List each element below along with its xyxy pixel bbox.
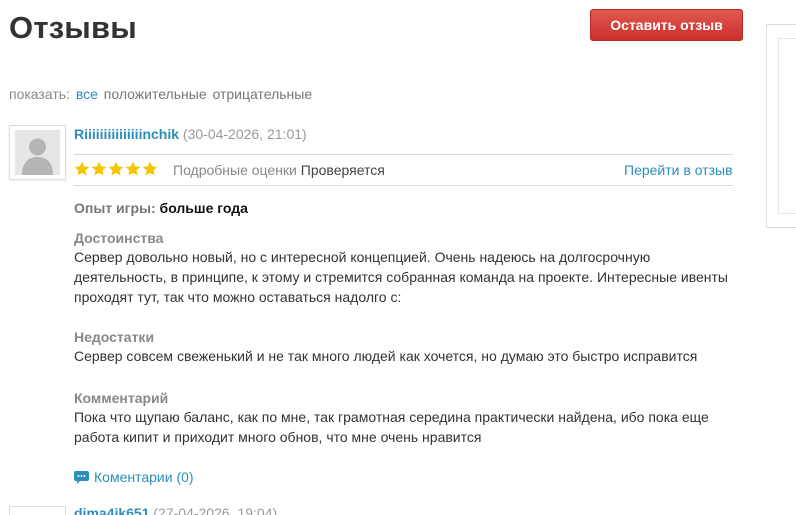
- experience-value: больше года: [159, 200, 248, 216]
- comments-link-label: Коментарии (0): [94, 469, 194, 485]
- cons-text: Сервер совсем свеженький и не так много …: [74, 348, 698, 364]
- review-author-link[interactable]: Riiiiiiiiiiiiiiinchik: [74, 126, 179, 142]
- experience-label: Опыт игры:: [74, 200, 156, 216]
- experience: Опыт игры: больше года: [74, 200, 248, 216]
- star-icon: [91, 161, 107, 176]
- detailed-ratings-status: Проверяется: [300, 162, 385, 178]
- detailed-ratings-label: Подробные оценки: [173, 162, 297, 178]
- filter-prefix: показать:: [9, 86, 70, 102]
- review-date: (30-04-2026, 21:01): [182, 126, 307, 142]
- comment-title: Комментарий: [74, 390, 169, 406]
- star-icon: [142, 161, 158, 176]
- leave-review-button[interactable]: Оставить отзыв: [590, 9, 743, 41]
- star-icon: [108, 161, 124, 176]
- comment-bubble-icon: [74, 470, 89, 484]
- star-icon: [74, 161, 90, 176]
- pros-text: Сервер довольно новый, но с интересной к…: [74, 249, 728, 305]
- divider: [74, 185, 733, 186]
- comment-text: Пока что щупаю баланс, как по мне, так г…: [74, 409, 709, 445]
- rating-stars: [74, 161, 158, 177]
- detailed-ratings: Подробные оценки Проверяется: [173, 162, 385, 178]
- review-author-link[interactable]: dima4ik651: [74, 505, 150, 515]
- filter-positive-link[interactable]: положительные: [104, 86, 207, 102]
- review-author-line: Riiiiiiiiiiiiiiinchik (30-04-2026, 21:01…: [74, 126, 307, 142]
- review-date: (27-04-2026, 19:04): [153, 505, 278, 515]
- avatar[interactable]: [9, 506, 66, 515]
- pros-title: Достоинства: [74, 230, 164, 246]
- divider: [74, 154, 733, 155]
- goto-review-link[interactable]: Перейти в отзыв: [624, 162, 733, 178]
- cons-title: Недостатки: [74, 329, 155, 345]
- page-title: Отзывы: [9, 10, 137, 45]
- star-icon: [125, 161, 141, 176]
- avatar[interactable]: [9, 125, 66, 180]
- comments-link[interactable]: Коментарии (0): [74, 469, 194, 485]
- user-avatar-icon: [15, 130, 60, 175]
- filter-negative-link[interactable]: отрицательные: [213, 86, 313, 102]
- filter-all-link[interactable]: все: [76, 86, 98, 102]
- sidebar-panel-inner: [778, 38, 796, 214]
- review-filter: показать: все положительные отрицательны…: [9, 86, 314, 102]
- next-review-author-line: dima4ik651 (27-04-2026, 19:04): [74, 505, 277, 515]
